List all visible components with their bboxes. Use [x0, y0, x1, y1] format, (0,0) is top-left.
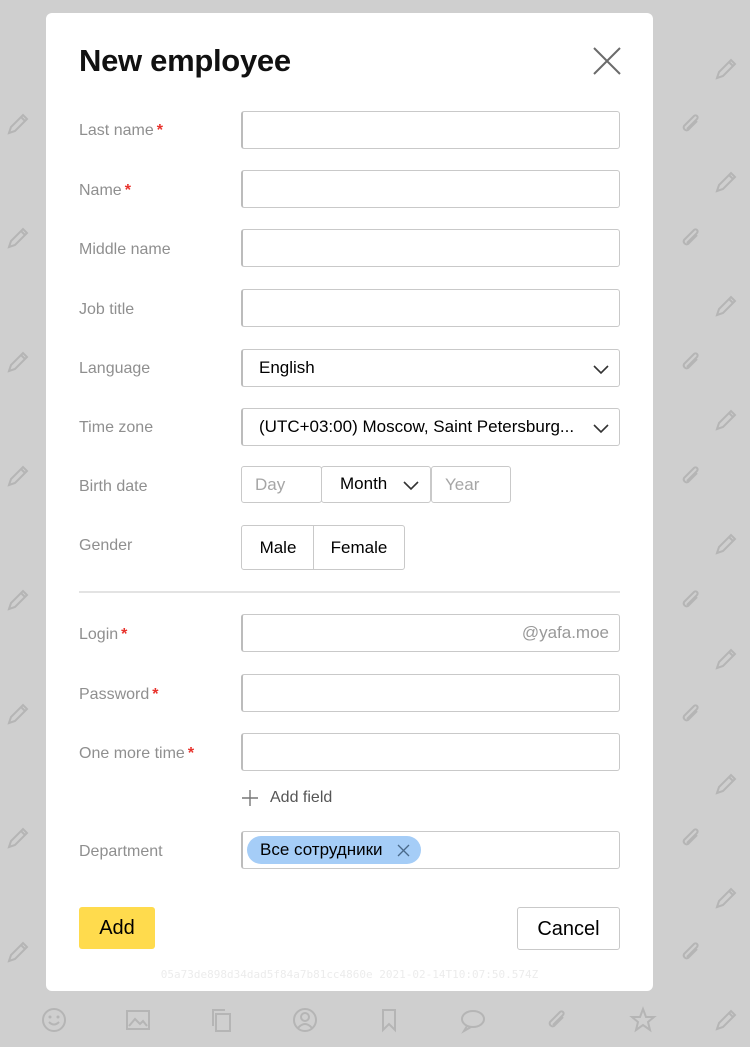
job-title-label: Job title — [79, 301, 135, 318]
birth-day-input[interactable]: Day — [241, 466, 322, 503]
close-icon[interactable] — [591, 45, 623, 77]
middle-name-input[interactable] — [241, 229, 620, 267]
pencil-icon — [712, 168, 740, 196]
required-mark: * — [121, 626, 128, 643]
paperclip-icon — [676, 110, 704, 138]
pencil-icon — [712, 645, 740, 673]
birth-date-label: Birth date — [79, 478, 148, 495]
department-label: Department — [79, 843, 163, 860]
paperclip-icon — [676, 938, 704, 966]
language-selected-value: English — [259, 358, 315, 377]
paperclip-icon — [676, 700, 704, 728]
last-name-label: Last name * — [79, 122, 163, 139]
time-zone-select[interactable]: (UTC+03:00) Moscow, Saint Petersburg... — [241, 408, 620, 446]
new-employee-dialog: New employee Last name * Name * Middle nam… — [46, 13, 653, 991]
chevron-down-icon — [593, 361, 609, 377]
name-label: Name * — [79, 182, 131, 199]
image-icon — [124, 1006, 152, 1034]
gender-male-button[interactable]: Male — [241, 525, 315, 570]
comment-icon — [459, 1006, 487, 1034]
gender-female-button[interactable]: Female — [313, 525, 405, 570]
birth-month-select[interactable]: Month — [321, 466, 431, 503]
cancel-button[interactable]: Cancel — [517, 907, 620, 950]
password-label: Password * — [79, 686, 159, 703]
pencil-icon — [4, 462, 32, 490]
chevron-down-icon — [403, 477, 419, 493]
add-button[interactable]: Add — [79, 907, 155, 949]
build-info: 05a73de898d34dad5f84a7b81cc4860e 2021-02… — [160, 968, 539, 981]
department-chip: Все сотрудники — [247, 836, 421, 864]
paperclip-icon — [542, 1006, 570, 1034]
language-label: Language — [79, 360, 151, 377]
time-zone-selected-value: (UTC+03:00) Moscow, Saint Petersburg... — [259, 417, 575, 436]
pencil-icon — [712, 1006, 740, 1034]
pencil-icon — [4, 110, 32, 138]
time-zone-label: Time zone — [79, 419, 154, 436]
pencil-icon — [712, 55, 740, 83]
pencil-icon — [712, 770, 740, 798]
pencil-icon — [4, 700, 32, 728]
pencil-icon — [4, 938, 32, 966]
login-input[interactable]: @yafa.moe — [241, 614, 620, 652]
chevron-down-icon — [593, 420, 609, 436]
smile-icon — [40, 1006, 68, 1034]
pencil-icon — [4, 824, 32, 852]
paperclip-icon — [676, 586, 704, 614]
required-mark: * — [124, 182, 131, 199]
plus-icon — [241, 789, 259, 807]
last-name-input[interactable] — [241, 111, 620, 149]
department-input[interactable]: Все сотрудники — [241, 831, 620, 869]
login-domain-suffix: @yafa.moe — [521, 623, 609, 642]
pencil-icon — [712, 530, 740, 558]
section-divider — [79, 591, 620, 593]
paperclip-icon — [676, 462, 704, 490]
required-mark: * — [152, 686, 159, 703]
language-select[interactable]: English — [241, 349, 620, 387]
middle-name-label: Middle name — [79, 241, 171, 258]
paperclip-icon — [676, 824, 704, 852]
pencil-icon — [712, 884, 740, 912]
required-mark: * — [187, 745, 195, 762]
password-input[interactable] — [241, 674, 620, 712]
pencil-icon — [4, 348, 32, 376]
paperclip-icon — [676, 348, 704, 376]
bookmark-icon — [375, 1006, 403, 1034]
login-label: Login * — [79, 626, 128, 643]
pencil-icon — [712, 406, 740, 434]
remove-chip-icon[interactable] — [397, 844, 410, 857]
star-icon — [629, 1006, 657, 1034]
required-mark: * — [156, 122, 163, 139]
copy-icon — [208, 1006, 236, 1034]
paperclip-icon — [676, 224, 704, 252]
password-repeat-label: One more time * — [79, 745, 195, 762]
user-icon — [291, 1006, 319, 1034]
birth-year-input[interactable]: Year — [431, 466, 511, 503]
dialog-title: New employee — [79, 43, 291, 78]
name-input[interactable] — [241, 170, 620, 208]
pencil-icon — [4, 224, 32, 252]
job-title-input[interactable] — [241, 289, 620, 327]
password-repeat-input[interactable] — [241, 733, 620, 771]
pencil-icon — [4, 586, 32, 614]
pencil-icon — [712, 292, 740, 320]
gender-label: Gender — [79, 537, 133, 554]
